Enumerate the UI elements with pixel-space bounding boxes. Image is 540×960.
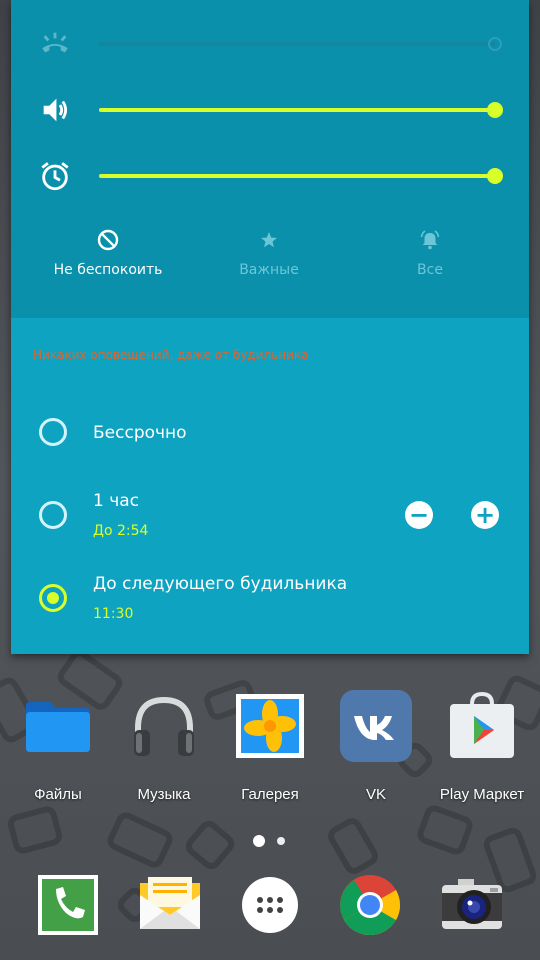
app-vk[interactable]: VK [324, 690, 428, 803]
phone-ringer-icon[interactable] [38, 27, 72, 61]
app-label: Галерея [241, 786, 299, 803]
app-gallery[interactable]: Галерея [218, 690, 322, 803]
option-title: 1 час [93, 491, 140, 511]
media-volume-row [11, 90, 529, 130]
option-radio[interactable] [39, 418, 67, 446]
alarm-volume-row [11, 156, 529, 196]
option-one-hour[interactable]: 1 час До 2:54 − + [11, 485, 529, 545]
option-title: Бессрочно [93, 423, 187, 443]
increase-duration-button[interactable]: + [471, 501, 499, 529]
alarm-volume-slider[interactable] [99, 168, 503, 184]
mode-important[interactable]: Важные [184, 228, 354, 278]
volume-panel: Не беспокоить Важные Все [11, 0, 529, 318]
mode-do-not-disturb[interactable]: Не беспокоить [23, 228, 193, 278]
wallpaper-shape [324, 814, 382, 878]
ring-volume-thumb[interactable] [488, 37, 502, 51]
option-title: До следующего будильника [93, 574, 348, 594]
chrome-icon[interactable] [338, 873, 402, 937]
alarm-clock-icon[interactable] [38, 159, 72, 193]
notification-panel: Не беспокоить Важные Все Никаких оповеще… [11, 0, 529, 654]
app-play-market[interactable]: Play Маркет [430, 690, 534, 803]
ring-volume-row [11, 24, 529, 64]
page-dot [253, 835, 265, 847]
option-alarm-time: 11:30 [93, 606, 134, 622]
alarm-volume-fill [99, 174, 495, 178]
media-volume-slider[interactable] [99, 102, 503, 118]
app-files[interactable]: Файлы [6, 690, 110, 803]
app-label: Файлы [34, 786, 82, 803]
app-label: Play Маркет [439, 786, 525, 803]
do-not-disturb-icon [97, 229, 119, 251]
option-radio[interactable] [39, 584, 67, 612]
option-until-next-alarm[interactable]: До следующего будильника 11:30 [11, 568, 529, 628]
option-until-time: До 2:54 [93, 523, 149, 539]
app-label: VK [365, 786, 386, 803]
interruption-mode-tabs: Не беспокоить Важные Все [11, 228, 529, 292]
mode-label: Не беспокоить [53, 262, 163, 278]
app-drawer-icon[interactable] [238, 873, 302, 937]
headphones-icon [134, 696, 194, 756]
bell-icon [420, 230, 440, 250]
folder-icon [26, 702, 90, 752]
option-indefinitely[interactable]: Бессрочно [11, 402, 529, 462]
camera-icon[interactable] [440, 873, 504, 937]
page-indicator [253, 835, 293, 847]
wallpaper-shape [414, 802, 476, 858]
vk-logo-icon [340, 690, 412, 762]
messages-envelope-icon[interactable] [138, 873, 202, 937]
speaker-icon[interactable] [38, 93, 72, 127]
option-radio[interactable] [39, 501, 67, 529]
media-volume-thumb[interactable] [487, 102, 503, 118]
app-music[interactable]: Музыка [112, 690, 216, 803]
gallery-flower-icon [236, 694, 304, 758]
wallpaper-shape [181, 816, 239, 874]
phone-icon[interactable] [36, 873, 100, 937]
no-alerts-warning: Никаких оповещений, даже от будильника [33, 348, 309, 362]
page-dot [277, 837, 285, 845]
app-label: Музыка [137, 786, 191, 803]
wallpaper-shape [5, 804, 65, 856]
decrease-duration-button[interactable]: − [405, 501, 433, 529]
mode-all[interactable]: Все [345, 228, 515, 278]
mode-label: Важные [239, 262, 299, 278]
play-store-icon [450, 691, 514, 758]
wallpaper-shape [104, 809, 176, 871]
alarm-volume-thumb[interactable] [487, 168, 503, 184]
ring-volume-slider[interactable] [99, 37, 502, 51]
media-volume-fill [99, 108, 495, 112]
star-icon [261, 232, 277, 248]
mode-label: Все [417, 262, 443, 278]
